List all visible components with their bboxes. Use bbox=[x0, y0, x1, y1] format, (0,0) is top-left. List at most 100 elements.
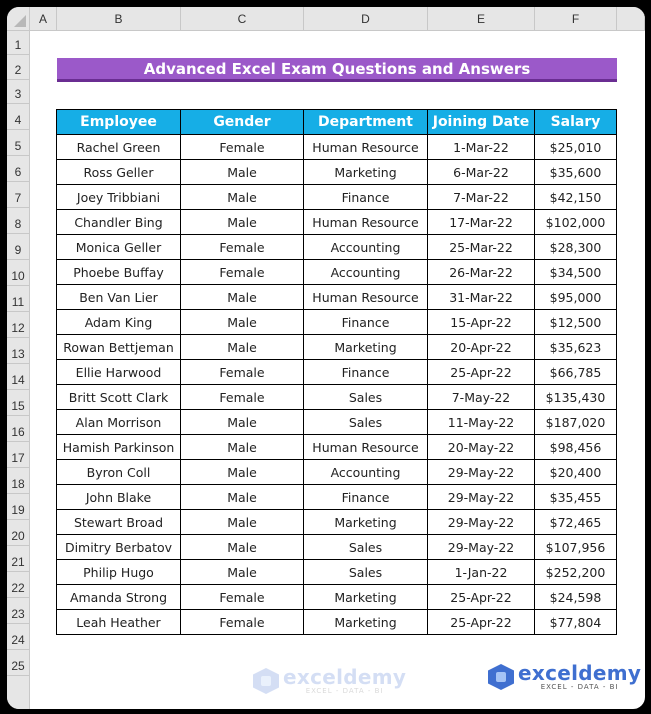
cell-salary[interactable]: $72,465 bbox=[534, 509, 617, 535]
row-header-18[interactable]: 18 bbox=[7, 468, 30, 494]
cell-employee[interactable]: Amanda Strong bbox=[56, 584, 181, 610]
cell-department[interactable]: Accounting bbox=[303, 259, 428, 285]
cell-joining-date[interactable]: 25-Mar-22 bbox=[427, 234, 535, 260]
row-header-10[interactable]: 10 bbox=[7, 260, 30, 286]
row-header-24[interactable]: 24 bbox=[7, 624, 30, 650]
cell-gender[interactable]: Male bbox=[180, 309, 304, 335]
cell-gender[interactable]: Female bbox=[180, 384, 304, 410]
row-header-2[interactable]: 2 bbox=[7, 55, 30, 80]
cell-joining-date[interactable]: 1-Mar-22 bbox=[427, 134, 535, 160]
column-header-d[interactable]: D bbox=[304, 7, 428, 31]
cell-joining-date[interactable]: 20-May-22 bbox=[427, 434, 535, 460]
row-header-25[interactable]: 25 bbox=[7, 650, 30, 676]
cell-employee[interactable]: Phoebe Buffay bbox=[56, 259, 181, 285]
select-all-corner[interactable] bbox=[7, 7, 30, 31]
row-header-8[interactable]: 8 bbox=[7, 208, 30, 234]
cell-employee[interactable]: Philip Hugo bbox=[56, 559, 181, 585]
cell-department[interactable]: Finance bbox=[303, 359, 428, 385]
cell-department[interactable]: Finance bbox=[303, 309, 428, 335]
row-header-19[interactable]: 19 bbox=[7, 494, 30, 520]
cell-employee[interactable]: Byron Coll bbox=[56, 459, 181, 485]
cell-department[interactable]: Finance bbox=[303, 184, 428, 210]
cell-gender[interactable]: Female bbox=[180, 609, 304, 635]
cell-employee[interactable]: Joey Tribbiani bbox=[56, 184, 181, 210]
cell-employee[interactable]: Adam King bbox=[56, 309, 181, 335]
cell-department[interactable]: Accounting bbox=[303, 459, 428, 485]
cell-salary[interactable]: $95,000 bbox=[534, 284, 617, 310]
cell-joining-date[interactable]: 25-Apr-22 bbox=[427, 609, 535, 635]
cell-salary[interactable]: $42,150 bbox=[534, 184, 617, 210]
cell-employee[interactable]: Ben Van Lier bbox=[56, 284, 181, 310]
cell-employee[interactable]: Monica Geller bbox=[56, 234, 181, 260]
cell-salary[interactable]: $35,600 bbox=[534, 159, 617, 185]
cell-joining-date[interactable]: 26-Mar-22 bbox=[427, 259, 535, 285]
cell-gender[interactable]: Male bbox=[180, 534, 304, 560]
cell-department[interactable]: Marketing bbox=[303, 584, 428, 610]
cell-salary[interactable]: $66,785 bbox=[534, 359, 617, 385]
column-header-a[interactable]: A bbox=[30, 7, 57, 31]
row-header-9[interactable]: 9 bbox=[7, 234, 30, 260]
row-header-4[interactable]: 4 bbox=[7, 104, 30, 130]
cell-employee[interactable]: Leah Heather bbox=[56, 609, 181, 635]
cell-department[interactable]: Sales bbox=[303, 534, 428, 560]
row-header-21[interactable]: 21 bbox=[7, 546, 30, 572]
column-header-salary[interactable]: Salary bbox=[534, 109, 617, 135]
cell-employee[interactable]: Rachel Green bbox=[56, 134, 181, 160]
column-header-next[interactable] bbox=[617, 7, 645, 31]
cell-joining-date[interactable]: 29-May-22 bbox=[427, 534, 535, 560]
row-header-6[interactable]: 6 bbox=[7, 156, 30, 182]
row-header-22[interactable]: 22 bbox=[7, 572, 30, 598]
cell-joining-date[interactable]: 15-Apr-22 bbox=[427, 309, 535, 335]
cell-employee[interactable]: Ellie Harwood bbox=[56, 359, 181, 385]
cell-department[interactable]: Finance bbox=[303, 484, 428, 510]
row-header-13[interactable]: 13 bbox=[7, 338, 30, 364]
row-header-14[interactable]: 14 bbox=[7, 364, 30, 390]
cell-gender[interactable]: Male bbox=[180, 209, 304, 235]
cell-joining-date[interactable]: 1-Jan-22 bbox=[427, 559, 535, 585]
cell-salary[interactable]: $28,300 bbox=[534, 234, 617, 260]
cell-gender[interactable]: Female bbox=[180, 259, 304, 285]
row-header-15[interactable]: 15 bbox=[7, 390, 30, 416]
cell-gender[interactable]: Male bbox=[180, 284, 304, 310]
cell-employee[interactable]: Dimitry Berbatov bbox=[56, 534, 181, 560]
cell-salary[interactable]: $107,956 bbox=[534, 534, 617, 560]
cell-department[interactable]: Accounting bbox=[303, 234, 428, 260]
column-header-b[interactable]: B bbox=[57, 7, 181, 31]
cell-employee[interactable]: Hamish Parkinson bbox=[56, 434, 181, 460]
cell-employee[interactable]: Britt Scott Clark bbox=[56, 384, 181, 410]
cell-salary[interactable]: $34,500 bbox=[534, 259, 617, 285]
cell-gender[interactable]: Male bbox=[180, 509, 304, 535]
cell-salary[interactable]: $35,623 bbox=[534, 334, 617, 360]
cell-joining-date[interactable]: 29-May-22 bbox=[427, 484, 535, 510]
column-header-department[interactable]: Department bbox=[303, 109, 428, 135]
row-header-17[interactable]: 17 bbox=[7, 442, 30, 468]
column-header-joining-date[interactable]: Joining Date bbox=[427, 109, 535, 135]
cell-joining-date[interactable]: 25-Apr-22 bbox=[427, 584, 535, 610]
row-header-1[interactable]: 1 bbox=[7, 31, 30, 55]
row-header-20[interactable]: 20 bbox=[7, 520, 30, 546]
cell-department[interactable]: Human Resource bbox=[303, 134, 428, 160]
column-header-f[interactable]: F bbox=[535, 7, 617, 31]
cell-gender[interactable]: Male bbox=[180, 484, 304, 510]
cell-gender[interactable]: Female bbox=[180, 359, 304, 385]
cell-salary[interactable]: $25,010 bbox=[534, 134, 617, 160]
row-header-7[interactable]: 7 bbox=[7, 182, 30, 208]
column-header-c[interactable]: C bbox=[181, 7, 304, 31]
cell-salary[interactable]: $24,598 bbox=[534, 584, 617, 610]
cell-employee[interactable]: John Blake bbox=[56, 484, 181, 510]
cell-joining-date[interactable]: 29-May-22 bbox=[427, 459, 535, 485]
cell-joining-date[interactable]: 29-May-22 bbox=[427, 509, 535, 535]
cell-department[interactable]: Human Resource bbox=[303, 434, 428, 460]
row-header-23[interactable]: 23 bbox=[7, 598, 30, 624]
cell-gender[interactable]: Male bbox=[180, 334, 304, 360]
cell-gender[interactable]: Female bbox=[180, 134, 304, 160]
cell-salary[interactable]: $252,200 bbox=[534, 559, 617, 585]
cell-gender[interactable]: Female bbox=[180, 234, 304, 260]
cell-joining-date[interactable]: 7-Mar-22 bbox=[427, 184, 535, 210]
cell-joining-date[interactable]: 6-Mar-22 bbox=[427, 159, 535, 185]
cell-gender[interactable]: Male bbox=[180, 159, 304, 185]
cell-department[interactable]: Human Resource bbox=[303, 284, 428, 310]
cell-joining-date[interactable]: 11-May-22 bbox=[427, 409, 535, 435]
cell-gender[interactable]: Male bbox=[180, 434, 304, 460]
cell-gender[interactable]: Male bbox=[180, 459, 304, 485]
